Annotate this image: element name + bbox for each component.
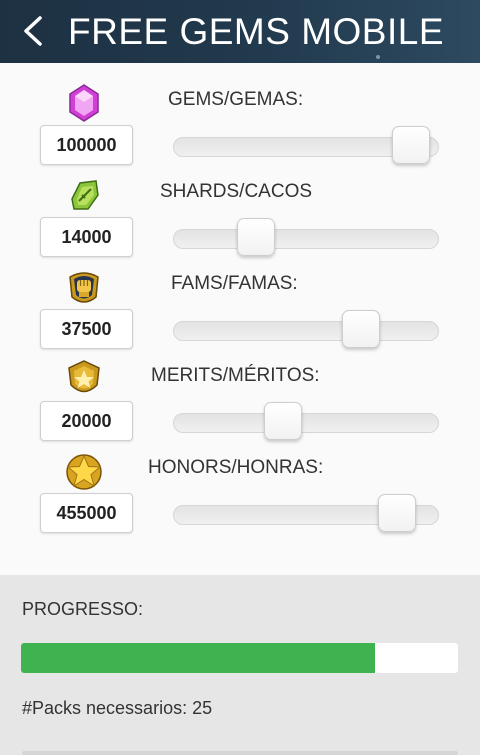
progress-bar	[21, 643, 458, 673]
slider-thumb[interactable]	[341, 310, 380, 348]
progress-label: PROGRESSO:	[22, 599, 144, 619]
merits-slider[interactable]	[173, 402, 439, 440]
header-dot	[376, 55, 380, 59]
shards-slider[interactable]	[173, 218, 439, 256]
slider-thumb[interactable]	[236, 218, 275, 256]
resource-row-gems: 100000 GEMS/GEMAS:	[0, 83, 480, 175]
page-title: FREE GEMS MOBILE	[68, 11, 445, 52]
resource-row-shards: 14000 SHARDS/CACOS	[0, 175, 480, 267]
shield-star-icon	[68, 360, 100, 393]
back-arrow-icon[interactable]	[20, 14, 48, 48]
progress-bar-fill	[21, 643, 375, 673]
resource-list: 100000 GEMS/GEMAS: 14000 SHARDS/CACOS 37…	[0, 63, 480, 575]
fams-value-field[interactable]: 37500	[40, 309, 133, 349]
resource-row-fams: 37500 FAMS/FAMAS:	[0, 267, 480, 359]
resource-row-honors: 455000 HONORS/HONRAS:	[0, 451, 480, 543]
honors-slider[interactable]	[173, 494, 439, 532]
resource-row-merits: 20000 MERITS/MÉRITOS:	[0, 359, 480, 451]
star-icon	[66, 454, 102, 490]
merits-value-field[interactable]: 20000	[40, 401, 133, 441]
gems-label: GEMS/GEMAS:	[168, 89, 304, 110]
fams-label: FAMS/FAMAS:	[171, 273, 298, 294]
shard-icon	[71, 180, 99, 210]
packs-needed-text: #Packs necessarios: 25	[22, 698, 213, 718]
gems-slider[interactable]	[173, 126, 439, 164]
honors-label: HONORS/HONRAS:	[148, 457, 324, 478]
slider-thumb[interactable]	[264, 402, 303, 440]
slider-thumb[interactable]	[391, 126, 430, 164]
merits-label: MERITS/MÉRITOS:	[151, 365, 320, 386]
slider-thumb[interactable]	[378, 494, 417, 532]
gems-value-field[interactable]: 100000	[40, 125, 133, 165]
shards-label: SHARDS/CACOS	[160, 181, 313, 202]
honors-value-field[interactable]: 455000	[40, 493, 133, 533]
gem-icon	[69, 84, 99, 122]
slider-track	[173, 413, 439, 433]
fams-slider[interactable]	[173, 310, 439, 348]
bottom-divider	[22, 751, 458, 755]
shards-value-field[interactable]: 14000	[40, 217, 133, 257]
slider-track	[173, 321, 439, 341]
app-header: FREE GEMS MOBILE	[0, 0, 480, 63]
slider-track	[173, 229, 439, 249]
fist-badge-icon	[69, 272, 99, 303]
